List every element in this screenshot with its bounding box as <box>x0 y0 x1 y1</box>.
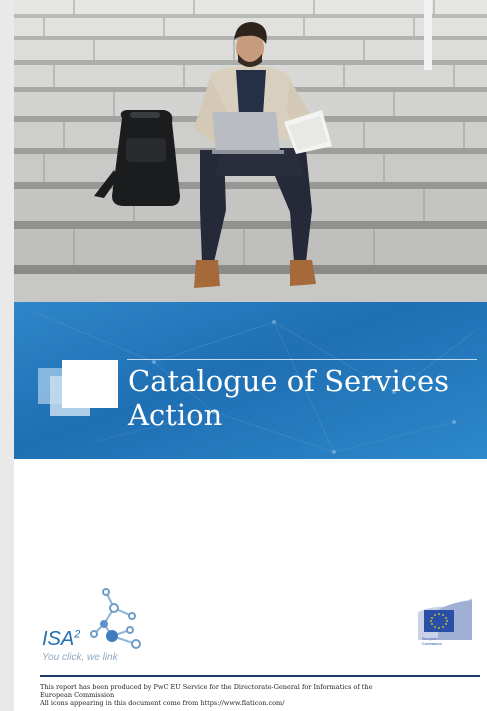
cover-photo <box>14 0 487 302</box>
footer-line-1: This report has been produced by PwC EU … <box>40 683 373 691</box>
footer-divider <box>40 675 480 677</box>
ec-label-line-2: Commission <box>422 642 442 646</box>
footer-line-3: All icons appearing in this document com… <box>40 699 285 707</box>
title-line-2: Action <box>128 398 223 432</box>
document-page: Catalogue of Services Action ISA2 You cl… <box>14 0 487 711</box>
isa2-logo-text: ISA2 <box>42 628 81 650</box>
title-line-1: Catalogue of Services <box>128 364 450 398</box>
ec-label-line-1: European <box>422 637 438 641</box>
document-title: Catalogue of Services Action <box>128 364 484 432</box>
title-rule <box>127 359 477 360</box>
european-commission-logo: European Commission <box>418 598 472 646</box>
cover-banner: Catalogue of Services Action <box>14 302 487 459</box>
decor-square <box>62 360 118 408</box>
footer-notice: This report has been produced by PwC EU … <box>40 683 480 707</box>
isa2-tagline: You click, we link <box>42 652 118 663</box>
footer-line-2: European Commission <box>40 691 115 699</box>
